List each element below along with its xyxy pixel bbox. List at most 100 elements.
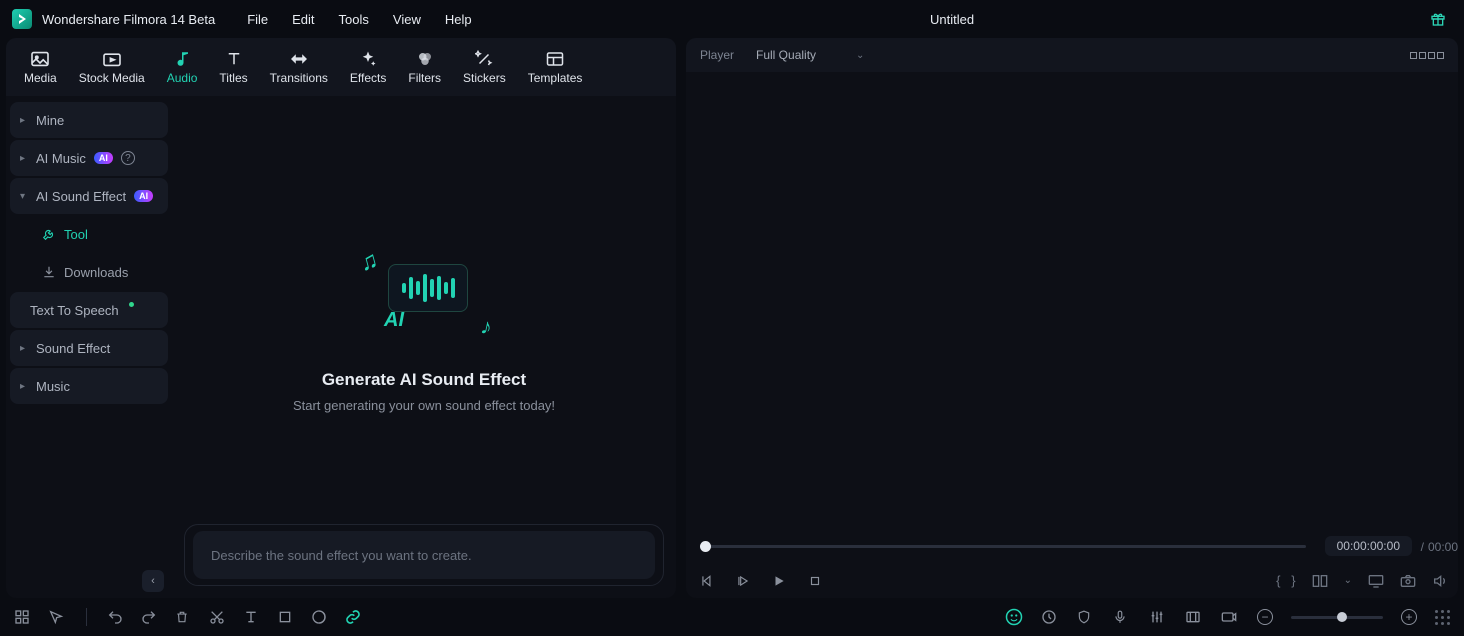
- promo-subtitle: Start generating your own sound effect t…: [293, 398, 555, 413]
- cut-button[interactable]: [209, 609, 227, 625]
- timeline-toolbar: − +: [0, 598, 1464, 636]
- current-time[interactable]: 00:00:00:00: [1325, 536, 1412, 556]
- zoom-slider[interactable]: [1291, 616, 1383, 619]
- undo-button[interactable]: [107, 609, 125, 625]
- transitions-icon: [289, 50, 309, 68]
- time-divider: /: [1421, 540, 1424, 554]
- seek-bar[interactable]: [700, 545, 1306, 548]
- tab-titles[interactable]: Titles: [219, 50, 247, 85]
- sidebar-sub-downloads[interactable]: Downloads: [10, 254, 168, 290]
- audio-sidebar: ▸ Mine ▸ AI Music AI ? ▾ AI Sound Effect…: [6, 96, 172, 598]
- tab-transitions[interactable]: Transitions: [270, 50, 328, 85]
- tool-icon: [42, 227, 56, 241]
- app-logo-icon: [12, 9, 32, 29]
- tab-media[interactable]: Media: [24, 50, 57, 85]
- speed-icon[interactable]: [1041, 609, 1059, 625]
- ai-label: AI: [384, 309, 404, 332]
- compare-icon[interactable]: [1312, 574, 1328, 588]
- sidebar-item-ai-music[interactable]: ▸ AI Music AI ?: [10, 140, 168, 176]
- sidebar-item-tts[interactable]: Text To Speech: [10, 292, 168, 328]
- seek-thumb[interactable]: [700, 541, 711, 552]
- media-tab-strip: Media Stock Media Audio Titles Transitio…: [6, 38, 676, 96]
- sidebar-item-sound-effect[interactable]: ▸ Sound Effect: [10, 330, 168, 366]
- tab-filters[interactable]: Filters: [408, 50, 441, 85]
- markers-icon[interactable]: { }: [1276, 573, 1296, 588]
- player-right-controls: { } ⌄: [1276, 573, 1448, 588]
- music-note-icon: ♫: [357, 246, 382, 278]
- ai-sound-effect-content: ♫ AI ♪ Generate AI Sound Effect Start ge…: [172, 96, 676, 598]
- chevron-down-icon[interactable]: ⌄: [1344, 575, 1352, 586]
- waveform-icon: [388, 264, 468, 312]
- ai-badge: AI: [134, 190, 153, 202]
- link-button[interactable]: [345, 609, 363, 625]
- layout-icon: [545, 50, 565, 68]
- tab-stock-media[interactable]: Stock Media: [79, 50, 145, 85]
- layout-grid-icon[interactable]: [1410, 52, 1444, 59]
- new-indicator-icon: [129, 302, 134, 307]
- zoom-out-button[interactable]: −: [1257, 609, 1273, 625]
- zoom-in-button[interactable]: +: [1401, 609, 1417, 625]
- mic-icon[interactable]: [1113, 609, 1131, 625]
- menu-tools[interactable]: Tools: [339, 12, 369, 27]
- promo-title: Generate AI Sound Effect: [322, 370, 526, 390]
- wand-icon: [474, 50, 494, 68]
- main-menu: File Edit Tools View Help: [247, 12, 471, 27]
- stop-button[interactable]: [808, 574, 826, 588]
- marker-icon[interactable]: [1185, 610, 1203, 624]
- sidebar-item-ai-sound-effect[interactable]: ▾ AI Sound Effect AI: [10, 178, 168, 214]
- playback-controls: [700, 574, 826, 588]
- sidebar-item-music[interactable]: ▸ Music: [10, 368, 168, 404]
- menu-edit[interactable]: Edit: [292, 12, 314, 27]
- app-title: Wondershare Filmora 14 Beta: [42, 12, 215, 27]
- quality-selector[interactable]: Full Quality ⌄: [756, 48, 864, 62]
- sparkle-icon: [358, 50, 378, 68]
- redo-button[interactable]: [141, 609, 159, 625]
- volume-icon[interactable]: [1432, 574, 1448, 588]
- media-panel: Media Stock Media Audio Titles Transitio…: [6, 38, 676, 598]
- prev-frame-button[interactable]: [700, 574, 718, 588]
- color-button[interactable]: [311, 609, 329, 625]
- tab-templates[interactable]: Templates: [528, 50, 583, 85]
- timeline-options-icon[interactable]: [1435, 610, 1450, 625]
- display-icon[interactable]: [1368, 574, 1384, 588]
- total-time: 00:00: [1428, 540, 1458, 554]
- ai-badge: AI: [94, 152, 113, 164]
- sidebar-sub-tool[interactable]: Tool: [10, 216, 168, 252]
- crop-button[interactable]: [277, 609, 295, 625]
- help-icon[interactable]: ?: [121, 151, 135, 165]
- title-bar: Wondershare Filmora 14 Beta File Edit To…: [0, 0, 1464, 38]
- tab-stickers[interactable]: Stickers: [463, 50, 506, 85]
- collapse-sidebar-button[interactable]: ‹: [142, 570, 164, 592]
- sidebar-item-mine[interactable]: ▸ Mine: [10, 102, 168, 138]
- menu-view[interactable]: View: [393, 12, 421, 27]
- document-title[interactable]: Untitled: [930, 12, 974, 27]
- audio-mixer-icon[interactable]: [1149, 609, 1167, 625]
- delete-button[interactable]: [175, 609, 193, 625]
- cursor-icon[interactable]: [48, 609, 66, 625]
- tab-audio[interactable]: Audio: [167, 50, 198, 85]
- image-icon: [30, 50, 50, 68]
- play-button[interactable]: [772, 574, 790, 588]
- gift-icon[interactable]: [1430, 11, 1446, 27]
- step-back-button[interactable]: [736, 574, 754, 588]
- promo-illustration: ♫ AI ♪: [354, 246, 494, 346]
- record-icon[interactable]: [1221, 610, 1239, 624]
- menu-file[interactable]: File: [247, 12, 268, 27]
- apps-icon[interactable]: [14, 609, 32, 625]
- zoom-thumb[interactable]: [1337, 612, 1347, 622]
- ai-assistant-icon[interactable]: [1005, 608, 1023, 626]
- music-note-icon: ♪: [478, 313, 494, 341]
- text-tool-button[interactable]: [243, 609, 261, 625]
- sound-effect-prompt-input[interactable]: [193, 531, 655, 579]
- snapshot-icon[interactable]: [1400, 574, 1416, 588]
- text-icon: [224, 50, 244, 68]
- chevron-right-icon: ▸: [20, 381, 28, 392]
- folder-play-icon: [102, 50, 122, 68]
- menu-help[interactable]: Help: [445, 12, 472, 27]
- shield-icon[interactable]: [1077, 609, 1095, 625]
- chevron-right-icon: ▸: [20, 343, 28, 354]
- filters-icon: [415, 50, 435, 68]
- chevron-down-icon: ⌄: [856, 50, 864, 61]
- tab-effects[interactable]: Effects: [350, 50, 386, 85]
- prompt-container: [184, 524, 664, 586]
